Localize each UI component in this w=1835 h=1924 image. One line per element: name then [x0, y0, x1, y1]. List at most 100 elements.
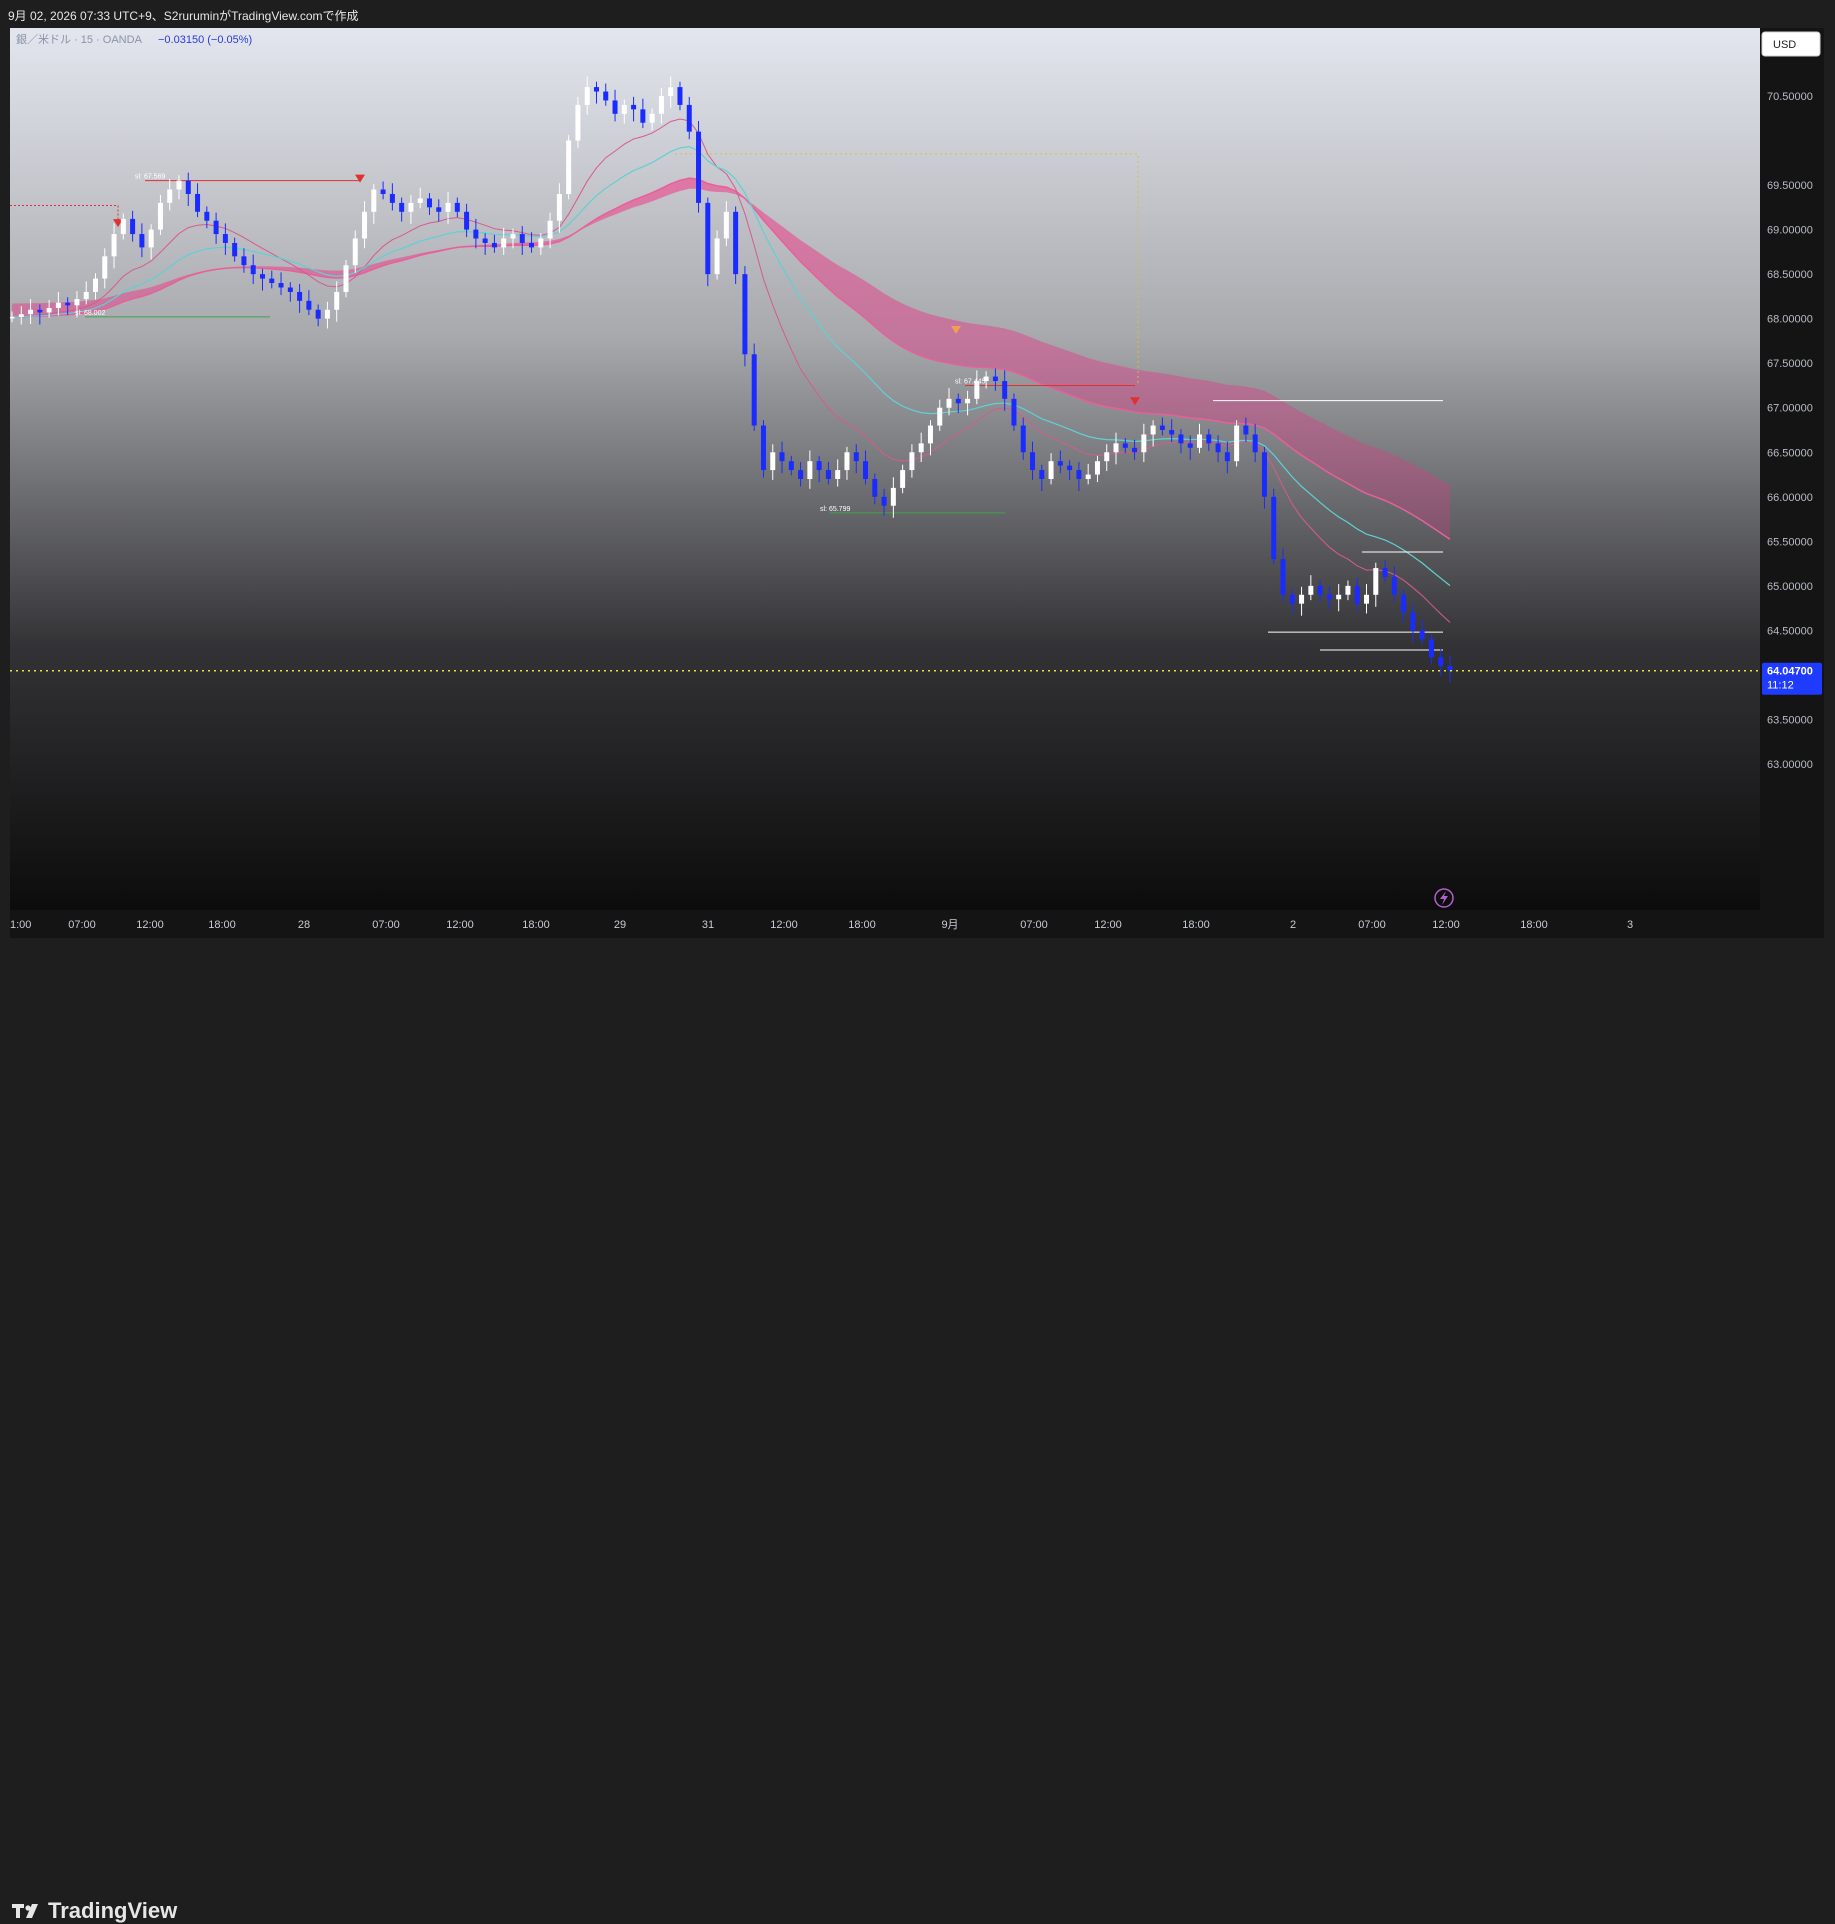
candle-body	[631, 104, 637, 110]
candle-body	[872, 478, 878, 497]
candle-body	[167, 189, 173, 203]
candle-body	[482, 238, 488, 243]
candle-body	[612, 100, 618, 114]
candle-body	[918, 443, 924, 453]
candle-body	[232, 242, 238, 257]
candle-body	[185, 180, 191, 194]
candle-body	[1030, 452, 1036, 471]
candle-body	[742, 274, 748, 355]
candle-body	[1141, 434, 1147, 453]
x-tick-label: 12:00	[446, 919, 474, 931]
candle-body	[714, 238, 720, 275]
candle-body	[18, 314, 24, 317]
candle-body	[1159, 425, 1165, 430]
candle-body	[705, 202, 711, 275]
candle-body	[1039, 470, 1045, 479]
candle-body	[1122, 443, 1128, 448]
stop-level-label: sl: 67.445	[955, 378, 985, 385]
candle-body	[593, 87, 599, 92]
tradingview-logo[interactable]: TradingView	[12, 1898, 177, 1924]
y-tick-label: 69.00000	[1767, 225, 1813, 237]
candle-body	[900, 470, 906, 488]
candle-body	[881, 496, 887, 506]
time-axis-background	[10, 910, 1760, 938]
change-legend: −0.03150 (−0.05%)	[158, 34, 252, 46]
candle-body	[807, 461, 813, 479]
candle-body	[74, 299, 80, 306]
currency-button[interactable]: USD	[1761, 31, 1821, 57]
candle-body	[1224, 452, 1230, 462]
candle-body	[1020, 425, 1026, 453]
y-tick-label: 68.00000	[1767, 314, 1813, 326]
candle-body	[306, 300, 312, 310]
candle-body	[1410, 612, 1416, 631]
candle-body	[696, 131, 702, 203]
candle-body	[770, 452, 776, 471]
candle-body	[1132, 447, 1138, 453]
candle-body	[1076, 470, 1082, 479]
bar-countdown: 11:12	[1767, 680, 1794, 692]
tradingview-mark-icon	[12, 1904, 38, 1918]
candle-body	[28, 309, 34, 315]
x-tick-label: 07:00	[1358, 919, 1386, 931]
candle-body	[1428, 639, 1434, 658]
candle-body	[1373, 568, 1379, 595]
candle-body	[825, 470, 831, 479]
candle-body	[751, 354, 757, 426]
candle-body	[157, 202, 163, 230]
candle-body	[389, 193, 395, 203]
price-chart[interactable]: sl: 67.569 sl: 68.002 sl: 67.445 sl: 65.799…	[9, 28, 1824, 938]
candle-body	[603, 91, 609, 101]
candle-body	[538, 238, 544, 248]
candle-body	[890, 487, 896, 506]
chart-frame: sl: 67.569 sl: 68.002 sl: 67.445 sl: 65.799…	[9, 28, 1824, 938]
y-tick-label: 65.00000	[1767, 581, 1813, 593]
candle-body	[937, 407, 943, 426]
candle-body	[1382, 568, 1388, 577]
candle-body	[1113, 443, 1119, 453]
candle-body	[1271, 496, 1277, 560]
last-price-badge: 64.04700 11:12	[1762, 662, 1822, 695]
y-tick-label: 68.50000	[1767, 269, 1813, 281]
candle-body	[408, 202, 414, 212]
candle-body	[798, 470, 804, 479]
candle-body	[222, 234, 228, 243]
currency-label: USD	[1773, 39, 1796, 51]
footer-bar: TradingView	[0, 940, 1835, 1923]
candle-body	[343, 265, 349, 292]
candle-body	[529, 242, 535, 248]
caption-bar: 9月 02, 2026 07:33 UTC+9、S2rurumin​がTradi…	[0, 0, 1835, 28]
plot-background	[10, 28, 1760, 910]
x-tick-label: 2	[1290, 919, 1296, 931]
y-tick-label: 66.00000	[1767, 492, 1813, 504]
y-tick-label: 67.50000	[1767, 358, 1813, 370]
candle-body	[491, 242, 497, 248]
candle-body	[1354, 585, 1360, 604]
stop-level-label: sl: 67.569	[135, 174, 165, 181]
symbol-legend[interactable]: 銀／米ドル · 15 · OANDA	[16, 32, 143, 46]
x-tick-label: 1:00	[10, 919, 31, 931]
candle-body	[1447, 666, 1453, 671]
candle-body	[65, 302, 71, 306]
candle-body	[1308, 585, 1314, 595]
candle-body	[686, 104, 692, 132]
candle-body	[1401, 594, 1407, 613]
x-tick-label: 12:00	[136, 919, 164, 931]
last-price-value: 64.04700	[1767, 666, 1813, 678]
candle-body	[974, 381, 980, 399]
x-tick-label: 12:00	[1094, 919, 1122, 931]
candle-body	[640, 109, 646, 123]
x-tick-label: 31	[702, 919, 714, 931]
candle-body	[1280, 559, 1286, 595]
candle-body	[779, 452, 785, 462]
candle-body	[380, 189, 386, 194]
candle-body	[102, 256, 108, 279]
x-tick-label: 07:00	[372, 919, 400, 931]
candle-body	[362, 211, 368, 239]
y-tick-label: 65.50000	[1767, 536, 1813, 548]
candle-body	[584, 87, 590, 105]
x-tick-label: 29	[614, 919, 626, 931]
candle-body	[269, 278, 275, 284]
candle-body	[9, 316, 15, 319]
candle-body	[83, 291, 89, 300]
